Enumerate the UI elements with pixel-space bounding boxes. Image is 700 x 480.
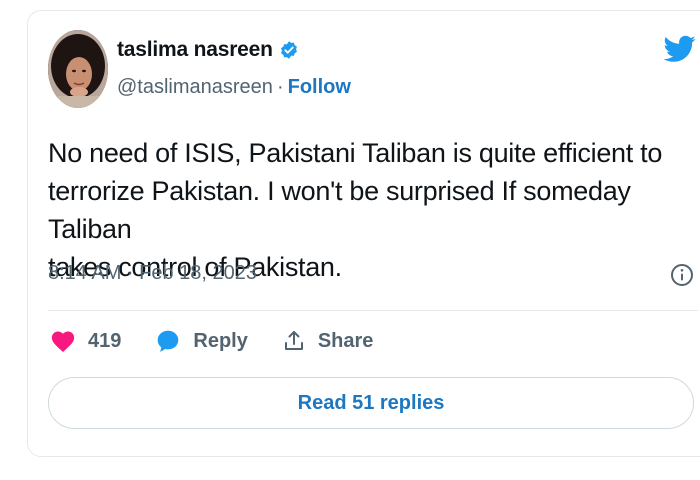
author-handle-row: @taslimanasreen · Follow [117,76,351,99]
author-name-row: taslima nasreen [117,38,299,62]
read-replies-button[interactable]: Read 51 replies [48,377,694,429]
share-button[interactable]: Share [282,329,374,353]
author-display-name[interactable]: taslima nasreen [117,38,273,62]
share-icon [282,329,306,353]
follow-button[interactable]: Follow [288,76,351,99]
divider [48,310,698,311]
reply-button[interactable]: Reply [155,328,248,354]
share-label: Share [317,329,374,352]
author-handle[interactable]: @taslimanasreen [117,76,273,99]
separator-dot: · [276,76,284,98]
heart-icon [50,329,76,353]
verified-badge-icon [279,40,299,60]
avatar[interactable] [48,30,108,108]
reply-bubble-icon [155,328,181,354]
like-count: 419 [88,329,122,352]
info-icon[interactable] [670,263,694,287]
like-button[interactable]: 419 [50,329,121,353]
reply-label: Reply [193,329,248,352]
page: taslima nasreen @taslimanasreen · Follow… [0,0,700,480]
tweet-timestamp[interactable]: 8:14 AM · Feb 18, 2023 [48,262,257,285]
tweet-actions: 419 Reply Share [50,328,407,354]
twitter-bird-icon[interactable] [663,34,696,64]
